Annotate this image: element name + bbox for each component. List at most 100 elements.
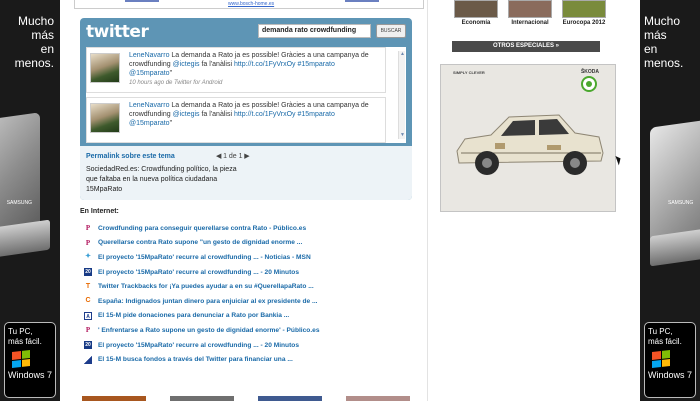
scroll-down-icon[interactable]: ▼	[399, 132, 406, 139]
skoda-logo-icon	[581, 76, 597, 92]
tweet-hashtag-link[interactable]: #15mparato	[296, 61, 335, 68]
news-link[interactable]: El proyecto '15MpaRato' recurre al crowd…	[98, 269, 299, 276]
category-image[interactable]	[562, 0, 606, 18]
center-column: www.bosch-home.es twitter demanda rato c…	[74, 0, 428, 401]
otros-especiales-link[interactable]: OTROS ESPECIALES »	[452, 41, 600, 52]
scroll-up-icon[interactable]: ▲	[399, 51, 406, 58]
laptop-image: SAMSUNG	[0, 112, 50, 270]
news-item: P Crowdfunding para conseguir querellarse…	[84, 221, 374, 236]
publico-icon: P	[85, 326, 91, 335]
tweet-list: LeneNavarro La demanda a Rato ja es poss…	[86, 47, 406, 143]
news-link[interactable]: Crowdfunding para conseguir querellarse …	[98, 225, 306, 232]
left-side-ad[interactable]: Mucho más en menos. SAMSUNG Tu PC, más f…	[0, 0, 60, 401]
tweet-pager: ◀ 1 de 1 ▶	[216, 152, 250, 160]
news-item: ✦ El proyecto '15MpaRato' recurre al crow…	[84, 250, 374, 265]
news-link[interactable]: España: Indignados juntan dinero para en…	[98, 298, 317, 305]
twitter-logo[interactable]: twitter	[86, 22, 149, 42]
twitter-search-input[interactable]: demanda rato crowdfunding	[258, 24, 371, 38]
pager-text: 1 de 1	[223, 153, 243, 160]
avatar[interactable]	[90, 103, 120, 133]
ad-slogan-line: en menos.	[644, 42, 684, 70]
tweet-url-link[interactable]: http://t.co/1FyVrxOy	[234, 111, 296, 118]
tweet-mention-link[interactable]: @ictegis	[173, 111, 200, 118]
category-internacional[interactable]: Internacional	[506, 0, 554, 26]
windows-label: Windows 7	[648, 370, 693, 380]
news-item: T Twitter Trackbacks for ¡Ya puedes ayuda…	[84, 279, 374, 294]
thumbnail[interactable]	[170, 396, 234, 401]
news-item: P Querellarse contra Rato supone "un gest…	[84, 236, 374, 251]
badge-line: Tu PC,	[8, 327, 33, 336]
avatar[interactable]	[90, 53, 120, 83]
publico-icon: P	[85, 238, 91, 247]
main-content: www.bosch-home.es twitter demanda rato c…	[60, 0, 640, 401]
laptop-brand: SAMSUNG	[6, 200, 32, 206]
news-link[interactable]: ' Enfrentarse a Rato supone un gesto de …	[98, 327, 320, 334]
tweet-mention-link[interactable]: @15mparato	[129, 70, 170, 77]
news-item: A El 15-M pide donaciones para denunciar …	[84, 309, 374, 324]
category-eurocopa[interactable]: Eurocopa 2012	[560, 0, 608, 26]
banner-bar	[345, 0, 379, 2]
pager-prev-icon[interactable]: ◀	[216, 153, 221, 160]
news-item: P ' Enfrentarse a Rato supone un gesto de…	[84, 323, 374, 338]
tweet-body: LeneNavarro La demanda a Rato ja es poss…	[129, 51, 379, 88]
ad-tagline: SIMPLY CLEVER	[453, 70, 485, 75]
news-link[interactable]: El proyecto '15MpaRato' recurre al crowd…	[98, 254, 311, 261]
news-link[interactable]: Querellarse contra Rato supone "un gesto…	[98, 239, 302, 246]
category-image[interactable]	[454, 0, 498, 18]
windows-logo-icon	[12, 350, 30, 368]
windows-badge[interactable]: Tu PC, más fácil. Windows 7	[4, 322, 56, 398]
category-economia[interactable]: Economía	[452, 0, 500, 26]
news-icon	[84, 355, 92, 364]
laptop-image: SAMSUNG	[650, 112, 700, 270]
ad-slogan: Mucho más en menos.	[644, 14, 700, 70]
tweet-scrollbar[interactable]: ▲ ▼	[398, 51, 405, 139]
ad-slogan-line: Mucho más	[644, 14, 681, 42]
tweet-text: "	[169, 70, 173, 77]
windows-badge[interactable]: Tu PC, más fácil. Windows 7	[644, 322, 696, 398]
right-side-ad[interactable]: Mucho más en menos. SAMSUNG Tu PC, más f…	[640, 0, 700, 401]
tweet-text: fa l'anàlisi	[199, 61, 234, 68]
ad-slogan: Mucho más en menos.	[0, 14, 54, 70]
abc-icon: A	[84, 311, 92, 320]
tweet-mention-link[interactable]: @ictegis	[173, 61, 200, 68]
tweet-url-link[interactable]: http://t.co/1FyVrxOy	[234, 61, 296, 68]
pager-next-icon[interactable]: ▶	[244, 153, 249, 160]
news-link[interactable]: El 15-M pide donaciones para denunciar a…	[98, 312, 289, 319]
thumbnail[interactable]	[346, 396, 410, 401]
banner-link[interactable]: www.bosch-home.es	[228, 1, 274, 7]
ad-brand: ŠKODA	[580, 69, 599, 75]
tweet-hashtag-link[interactable]: #15mparato	[296, 111, 335, 118]
tweet-meta: 10 hours ago de Twitter for Android	[129, 80, 223, 86]
badge-line: Tu PC,	[648, 327, 673, 336]
twitter-header: twitter demanda rato crowdfunding BUSCAR	[80, 18, 412, 44]
twitter-search-button[interactable]: BUSCAR	[376, 24, 406, 38]
category-image[interactable]	[508, 0, 552, 18]
news-link[interactable]: El proyecto '15MpaRato' recurre al crowd…	[98, 342, 299, 349]
news-item: C España: Indignados juntan dinero para e…	[84, 294, 374, 309]
msn-icon: ✦	[85, 253, 91, 261]
thumbnail[interactable]	[258, 396, 322, 401]
badge-line: más fácil.	[648, 337, 682, 346]
news-link[interactable]: Twitter Trackbacks for ¡Ya puedes ayudar…	[98, 283, 314, 290]
ad-slogan-line: en menos.	[14, 42, 54, 70]
column-divider	[427, 0, 428, 401]
category-label[interactable]: Internacional	[506, 20, 554, 26]
news-list: P Crowdfunding para conseguir querellarse…	[84, 221, 374, 367]
car-icon	[456, 114, 604, 175]
20minutos-icon: 20	[84, 341, 92, 350]
topic-description: SociedadRed.es: Crowdfunding político, l…	[86, 166, 237, 193]
windows-logo-icon	[652, 350, 670, 368]
news-link[interactable]: El 15-M busca fondos a través del Twitte…	[98, 356, 293, 363]
thumbnail[interactable]	[82, 396, 146, 401]
category-label[interactable]: Eurocopa 2012	[560, 20, 608, 26]
skoda-ad[interactable]: SIMPLY CLEVER ŠKODA	[440, 64, 616, 212]
permalink-link[interactable]: Permalink sobre este tema	[86, 153, 175, 160]
tweet-mention-link[interactable]: @15mparato	[129, 120, 170, 127]
badge-line: más fácil.	[8, 337, 42, 346]
tweet-user-link[interactable]: LeneNavarro	[129, 52, 169, 59]
trackbacks-icon: T	[85, 282, 91, 290]
category-label[interactable]: Economía	[452, 20, 500, 26]
20minutos-icon: 20	[84, 268, 92, 277]
windows-label: Windows 7	[8, 370, 53, 380]
tweet-user-link[interactable]: LeneNavarro	[129, 102, 169, 109]
